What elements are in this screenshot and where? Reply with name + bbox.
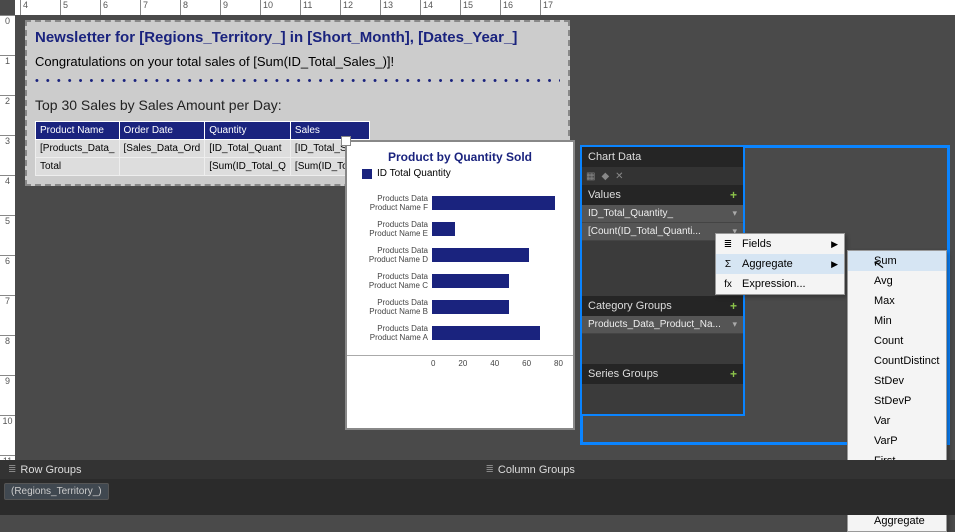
table-header[interactable]: Quantity <box>205 122 291 140</box>
axis-tick: 0 <box>431 359 435 368</box>
dropdown-arrow-icon[interactable]: ▾ <box>732 208 737 219</box>
field-context-menu[interactable]: ≣Fields▶ΣAggregate▶fxExpression... <box>715 233 845 295</box>
toolbar-icon[interactable]: ▦ <box>586 171 595 182</box>
submenu-arrow-icon: ▶ <box>831 239 838 250</box>
field-item[interactable]: Products_Data_Product_Na...▾ <box>582 316 743 334</box>
section-label: Values <box>588 189 621 201</box>
toolbar-icon[interactable]: ◆ <box>601 171 609 182</box>
menu-item-aggregate[interactable]: ΣAggregate▶ <box>716 254 844 274</box>
dropdown-arrow-icon[interactable]: ▾ <box>732 319 737 330</box>
bar-label: Products Data Product Name D <box>352 246 432 264</box>
add-category-icon[interactable]: + <box>730 299 737 313</box>
aggregate-varp[interactable]: VarP <box>848 431 946 451</box>
add-series-icon[interactable]: + <box>730 367 737 381</box>
bar-label: Products Data Product Name C <box>352 272 432 290</box>
column-groups-icon: ≣ <box>486 464 494 475</box>
aggregate-avg[interactable]: Avg <box>848 271 946 291</box>
chart-x-axis: 0 20 40 60 80 <box>347 355 573 368</box>
table-header[interactable]: Product Name <box>36 122 120 140</box>
row-group-chip[interactable]: (Regions_Territory_) <box>4 483 109 500</box>
table-cell[interactable]: [Products_Data_ <box>36 140 120 158</box>
row-groups-label: Row Groups <box>20 464 81 476</box>
bar[interactable] <box>432 196 555 210</box>
bar[interactable] <box>432 274 509 288</box>
series-section-header[interactable]: Series Groups + <box>582 364 743 384</box>
bar-label: Products Data Product Name B <box>352 298 432 316</box>
design-surface[interactable]: Newsletter for [Regions_Territory_] in [… <box>15 15 955 455</box>
bar[interactable] <box>432 326 540 340</box>
expression...-icon: fx <box>720 279 736 290</box>
bar-label: Products Data Product Name E <box>352 220 432 238</box>
chart-data-toolbar[interactable]: ▦ ◆ ✕ <box>582 167 743 185</box>
chart-data-title: Chart Data <box>582 147 743 167</box>
row-groups-header[interactable]: ≣ Row Groups <box>0 464 478 476</box>
section-label: Category Groups <box>588 300 672 312</box>
aggregate-sum[interactable]: Sum <box>848 251 946 271</box>
bar-label: Products Data Product Name F <box>352 194 432 212</box>
table-header[interactable]: Order Date <box>119 122 205 140</box>
bar[interactable] <box>432 300 509 314</box>
legend-label: ID Total Quantity <box>377 168 451 179</box>
chart-legend[interactable]: ID Total Quantity <box>347 168 573 185</box>
chart-plot-area[interactable]: Products Data Product Name F Products Da… <box>347 185 573 351</box>
table-cell[interactable]: [Sales_Data_Ord <box>119 140 205 158</box>
aggregate-countdistinct[interactable]: CountDistinct <box>848 351 946 371</box>
aggregate-max[interactable]: Max <box>848 291 946 311</box>
row-groups-icon: ≣ <box>8 464 16 475</box>
bar[interactable] <box>432 248 529 262</box>
aggregate-count[interactable]: Count <box>848 331 946 351</box>
section-label: Series Groups <box>588 368 658 380</box>
chart-region[interactable]: Product by Quantity Sold ID Total Quanti… <box>345 140 575 430</box>
axis-tick: 60 <box>522 359 531 368</box>
legend-swatch <box>362 169 372 179</box>
report-title[interactable]: Newsletter for [Regions_Territory_] in [… <box>35 29 560 46</box>
table-header[interactable]: Sales <box>290 122 369 140</box>
column-groups-header[interactable]: ≣ Column Groups <box>478 464 955 476</box>
chart-title[interactable]: Product by Quantity Sold <box>347 142 573 168</box>
table-cell[interactable]: [Sum(ID_Total_Q <box>205 158 291 176</box>
groups-panel[interactable]: ≣ Row Groups ≣ Column Groups (Regions_Te… <box>0 460 955 515</box>
resize-handle[interactable] <box>341 136 351 146</box>
divider-dots: • • • • • • • • • • • • • • • • • • • • … <box>35 75 560 85</box>
table-cell[interactable] <box>119 158 205 176</box>
sales-table[interactable]: Product NameOrder DateQuantitySales [Pro… <box>35 121 370 176</box>
aggregate-stdev[interactable]: StDev <box>848 371 946 391</box>
aggregate-icon: Σ <box>720 259 736 270</box>
table-cell[interactable]: [ID_Total_Quant <box>205 140 291 158</box>
submenu-arrow-icon: ▶ <box>831 259 838 270</box>
bar[interactable] <box>432 222 455 236</box>
series-drop-area[interactable] <box>582 384 743 414</box>
values-section-header[interactable]: Values + <box>582 185 743 205</box>
field-item[interactable]: ID_Total_Quantity_▾ <box>582 205 743 223</box>
aggregate-min[interactable]: Min <box>848 311 946 331</box>
category-section-header[interactable]: Category Groups + <box>582 296 743 316</box>
axis-tick: 20 <box>458 359 467 368</box>
add-value-icon[interactable]: + <box>730 188 737 202</box>
axis-tick: 80 <box>554 359 563 368</box>
horizontal-ruler: 4567891011121314151617 <box>15 0 955 15</box>
aggregate-var[interactable]: Var <box>848 411 946 431</box>
report-subtitle[interactable]: Top 30 Sales by Sales Amount per Day: <box>35 97 560 113</box>
fields-icon: ≣ <box>720 239 736 250</box>
aggregate-stdevp[interactable]: StDevP <box>848 391 946 411</box>
table-cell[interactable]: Total <box>36 158 120 176</box>
bar-label: Products Data Product Name A <box>352 324 432 342</box>
menu-item-fields[interactable]: ≣Fields▶ <box>716 234 844 254</box>
menu-item-expression[interactable]: fxExpression... <box>716 274 844 294</box>
report-congrats-text[interactable]: Congratulations on your total sales of [… <box>35 54 560 69</box>
axis-tick: 40 <box>490 359 499 368</box>
column-groups-label: Column Groups <box>498 464 575 476</box>
delete-icon[interactable]: ✕ <box>615 171 623 182</box>
category-drop-area[interactable] <box>582 334 743 364</box>
vertical-ruler: 01234567891011 <box>0 15 15 515</box>
